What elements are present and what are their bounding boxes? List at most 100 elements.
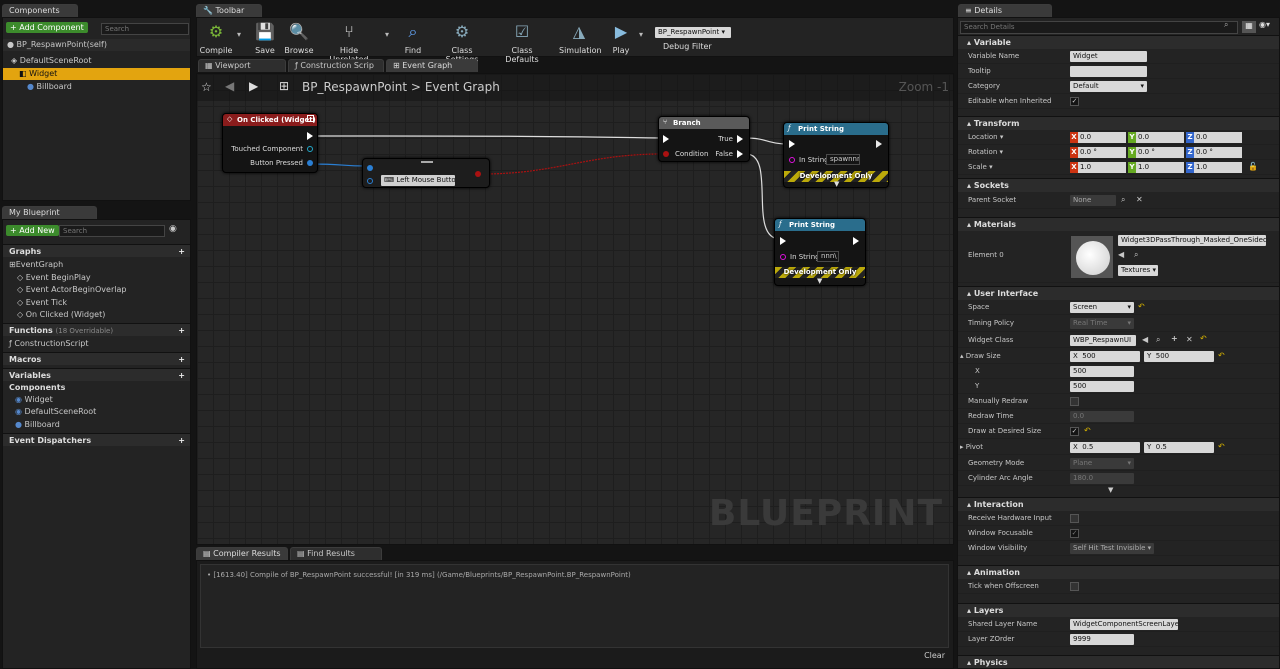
reset-icon[interactable]: ↶ <box>1200 334 1207 343</box>
macros-header[interactable]: Macros + <box>3 352 190 365</box>
redraw-time-input[interactable]: 0.0 <box>1070 411 1134 422</box>
use-selected-icon[interactable]: ◀ <box>1118 250 1124 259</box>
physics-section-header[interactable]: ▴ Physics <box>958 655 1279 668</box>
touched-component-pin[interactable] <box>307 146 313 152</box>
exec-out-pin[interactable] <box>853 237 859 245</box>
true-exec-pin[interactable] <box>737 135 743 143</box>
rotation-x[interactable]: X 0.0 ° <box>1070 147 1126 158</box>
play-button[interactable]: ▶ Play <box>605 20 637 55</box>
hide-unrelated-button[interactable]: ⑂Hide Unrelated <box>321 20 377 64</box>
draw-desired-checkbox[interactable]: ✓ <box>1070 427 1079 436</box>
window-focusable-checkbox[interactable]: ✓ <box>1070 529 1079 538</box>
on-clicked-node[interactable]: On Clicked (Widget) ◇ Touched Component … <box>222 113 318 173</box>
interaction-section-header[interactable]: ▴ Interaction <box>958 497 1279 511</box>
tab-components[interactable]: Components <box>2 4 78 17</box>
browse-icon[interactable]: ⌕ <box>1134 250 1138 260</box>
tab-toolbar[interactable]: 🔧 Toolbar <box>196 4 262 17</box>
tree-item-defaultsceneroot[interactable]: ◈ DefaultSceneRoot <box>3 55 190 67</box>
add-component-button[interactable]: + Add Component <box>6 22 88 33</box>
add-function-button[interactable]: + <box>178 324 185 337</box>
layers-section-header[interactable]: ▴ Layers <box>958 603 1279 617</box>
variables-header[interactable]: Variables + <box>3 368 190 381</box>
variable-item[interactable]: ● Billboard <box>3 419 190 431</box>
cylinder-arc-input[interactable]: 180.0 <box>1070 473 1134 484</box>
blueprint-search-input[interactable]: Search <box>59 225 165 237</box>
functions-header[interactable]: Functions (18 Overridable) + <box>3 323 190 336</box>
key-result-pin[interactable] <box>475 171 481 177</box>
reset-icon[interactable]: ↶ <box>1218 442 1225 451</box>
add-variable-button[interactable]: + <box>178 369 185 382</box>
browse-button[interactable]: 🔍 Browse <box>283 20 315 55</box>
eye-icon[interactable]: ◉ <box>169 224 177 234</box>
function-item[interactable]: ƒ ConstructionScript <box>3 338 190 350</box>
components-subheader[interactable]: Components <box>3 382 190 394</box>
tab-find-results[interactable]: ▤ Find Results <box>290 547 382 560</box>
variable-item[interactable]: ◉ DefaultSceneRoot <box>3 406 190 418</box>
tab-my-blueprint[interactable]: My Blueprint <box>2 206 97 219</box>
textures-select[interactable]: Textures ▾ <box>1118 265 1158 276</box>
in-string-input[interactable]: spawnnn <box>826 154 860 165</box>
key-b-pin[interactable] <box>367 178 373 184</box>
rotation-y[interactable]: Y 0.0 ° <box>1128 147 1184 158</box>
branch-node[interactable]: Branch ⑂ True Condition False <box>658 116 750 162</box>
condition-pin[interactable] <box>663 151 669 157</box>
user-interface-section-header[interactable]: ▴ User Interface <box>958 286 1279 300</box>
variable-name-input[interactable]: Widget <box>1070 51 1147 62</box>
key-equals-node[interactable]: ⌨ Left Mouse Button ▾ <box>362 158 490 188</box>
exec-in-pin[interactable] <box>789 140 795 148</box>
event-item[interactable]: ◇ Event BeginPlay <box>3 272 190 284</box>
hide-unrelated-options-icon[interactable]: ▾ <box>385 30 389 39</box>
reset-icon[interactable]: ↶ <box>1218 351 1225 360</box>
expand-advanced-icon[interactable]: ▼ <box>1108 486 1113 494</box>
variable-item[interactable]: ◉ Widget <box>3 394 190 406</box>
details-search-input[interactable]: Search Details <box>960 21 1238 34</box>
layer-zorder-input[interactable]: 9999 <box>1070 634 1134 645</box>
pivot-y[interactable]: Y 0.5 <box>1144 442 1214 453</box>
eye-icon[interactable]: ◉▾ <box>1259 20 1270 29</box>
category-select[interactable]: Default ▾ <box>1070 81 1147 92</box>
browse-icon[interactable]: ⌕ <box>1156 335 1160 345</box>
reset-icon[interactable]: ↶ <box>1138 302 1145 311</box>
components-search-input[interactable]: Search <box>101 23 189 35</box>
event-item[interactable]: ◇ Event ActorBeginOverlap <box>3 284 190 296</box>
reset-icon[interactable]: ↶ <box>1084 426 1091 435</box>
variable-section-header[interactable]: ▴ Variable <box>958 35 1279 49</box>
class-defaults-button[interactable]: ☑ Class Defaults <box>495 20 549 64</box>
add-new-button[interactable]: + Add New <box>6 225 59 236</box>
geometry-mode-select[interactable]: Plane ▾ <box>1070 458 1134 469</box>
event-graph-canvas[interactable]: ☆ ◀ ▶ ⊞ BP_RespawnPoint > Event Graph Zo… <box>196 73 954 545</box>
debug-object-select[interactable]: BP_RespawnPoint ▾ <box>655 27 731 38</box>
draw-size-x[interactable]: X 500 <box>1070 351 1140 362</box>
print-string-node[interactable]: Print String ƒ In String spawnnn Develop… <box>783 122 889 188</box>
location-y[interactable]: Y 0.0 <box>1128 132 1184 143</box>
space-select[interactable]: Screen ▾ <box>1070 302 1134 313</box>
delegate-pin-icon[interactable] <box>307 115 314 122</box>
tab-viewport[interactable]: ▦ Viewport <box>198 59 286 72</box>
draw-x-input[interactable]: 500 <box>1070 366 1134 377</box>
event-item[interactable]: ◇ On Clicked (Widget) <box>3 309 190 321</box>
pivot-x[interactable]: X 0.5 <box>1070 442 1140 453</box>
bool-wire[interactable] <box>308 163 370 167</box>
scale-x[interactable]: X 1.0 <box>1070 162 1126 173</box>
location-z[interactable]: Z 0.0 <box>1186 132 1242 143</box>
exec-in-pin[interactable] <box>780 237 786 245</box>
manually-redraw-checkbox[interactable] <box>1070 397 1079 406</box>
expand-arrow-icon[interactable]: ▼ <box>817 277 822 285</box>
play-options-icon[interactable]: ▾ <box>639 30 643 39</box>
draw-size-y[interactable]: Y 500 <box>1144 351 1214 362</box>
add-graph-button[interactable]: + <box>178 245 185 258</box>
tab-event-graph[interactable]: ⊞ Event Graph <box>386 59 478 72</box>
save-button[interactable]: 💾 Save <box>252 20 278 55</box>
add-icon[interactable]: + <box>1171 334 1178 343</box>
simulation-button[interactable]: ◮ Simulation <box>559 20 602 55</box>
self-item[interactable]: ● BP_RespawnPoint(self) <box>3 39 190 51</box>
tab-details[interactable]: ≡ Details <box>958 4 1052 17</box>
material-thumbnail[interactable] <box>1070 235 1114 279</box>
false-exec-pin[interactable] <box>737 150 743 158</box>
find-button[interactable]: ⌕ Find <box>399 20 427 55</box>
editable-checkbox[interactable]: ✓ <box>1070 97 1079 106</box>
key-select[interactable]: ⌨ Left Mouse Button ▾ <box>381 175 455 186</box>
search-icon[interactable]: ⌕ <box>1121 195 1125 205</box>
rotation-z[interactable]: Z 0.0 ° <box>1186 147 1242 158</box>
compile-options-icon[interactable]: ▾ <box>237 30 241 39</box>
